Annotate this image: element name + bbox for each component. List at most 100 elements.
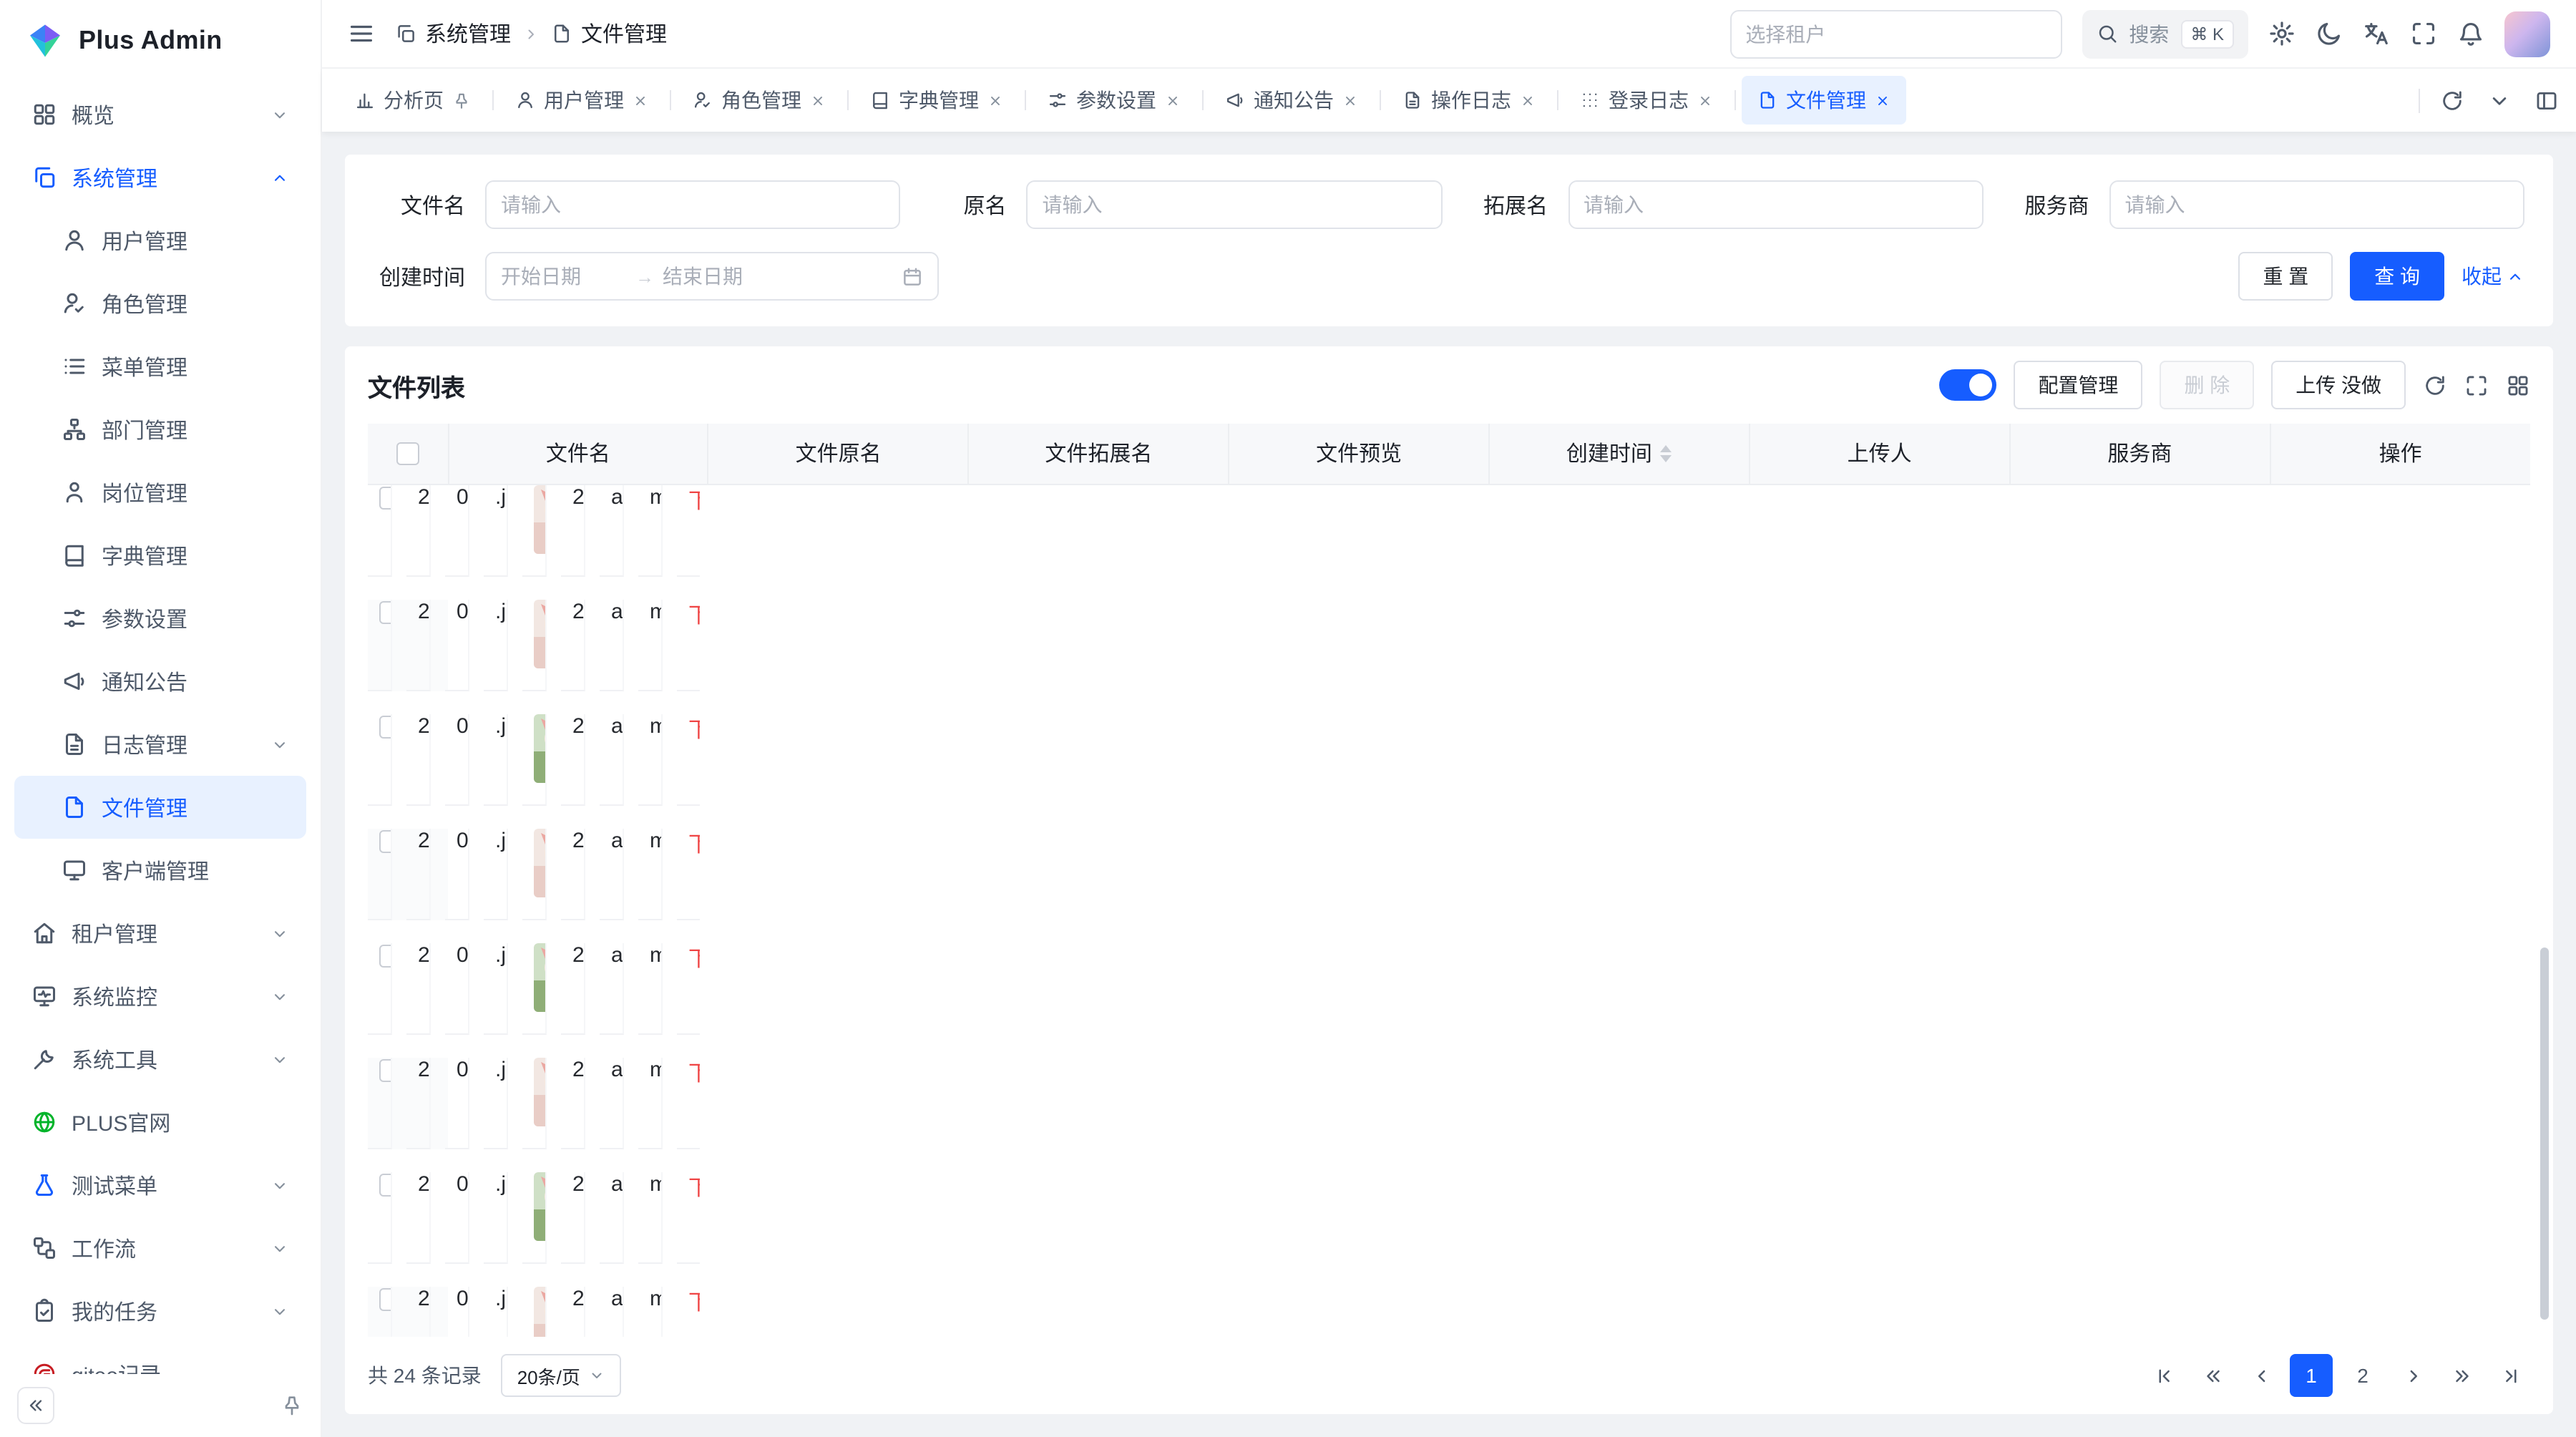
tenant-select-input[interactable] — [1745, 22, 2046, 45]
sidebar-item-gitee-log[interactable]: gitee记录 — [14, 1343, 306, 1374]
prev-page-button[interactable] — [2241, 1355, 2281, 1395]
refresh-page-icon[interactable] — [2440, 88, 2464, 112]
sidebar-item-tenant-mgmt[interactable]: 租户管理 — [14, 902, 306, 965]
pin-sidebar-icon[interactable] — [280, 1394, 303, 1417]
layout-icon[interactable] — [2534, 88, 2559, 112]
tab-param-settings[interactable]: 参数设置 — [1032, 76, 1196, 125]
stripe-toggle[interactable] — [1939, 369, 1996, 401]
last-page-button[interactable] — [2490, 1355, 2530, 1395]
hamburger-menu-icon[interactable] — [348, 20, 375, 47]
close-tab-icon[interactable] — [1697, 92, 1713, 108]
sidebar-item-overview[interactable]: 概览 — [14, 83, 306, 146]
sort-icon[interactable] — [1661, 445, 1672, 462]
download-link[interactable]: 下载 — [688, 947, 700, 971]
sidebar-item-log-mgmt[interactable]: 日志管理 — [14, 713, 306, 776]
row-checkbox[interactable] — [379, 1173, 392, 1196]
filter-input-file-name[interactable] — [501, 193, 885, 216]
row-checkbox[interactable] — [379, 944, 392, 967]
filter-input-provider[interactable] — [2125, 193, 2509, 216]
file-preview-image[interactable] — [534, 713, 547, 782]
row-checkbox[interactable] — [379, 1287, 392, 1310]
file-preview-image[interactable] — [534, 599, 547, 668]
close-tab-icon[interactable] — [987, 92, 1003, 108]
chevron-down-icon[interactable] — [2487, 88, 2512, 112]
filter-input-origin-name[interactable] — [1043, 193, 1427, 216]
column-settings-icon[interactable] — [2506, 373, 2530, 397]
global-search-button[interactable]: 搜索 ⌘ K — [2082, 9, 2248, 58]
translate-icon[interactable] — [2363, 20, 2390, 47]
download-link[interactable]: 下载 — [688, 718, 700, 742]
app-logo[interactable]: Plus Admin — [0, 0, 321, 80]
sidebar-item-dict-mgmt[interactable]: 字典管理 — [14, 524, 306, 587]
download-link[interactable]: 下载 — [688, 603, 700, 628]
sidebar-item-user-mgmt[interactable]: 用户管理 — [14, 209, 306, 272]
filter-input-ext-name[interactable] — [1584, 193, 1968, 216]
collapse-filter-link[interactable]: 收起 — [2462, 262, 2524, 291]
breadcrumb-item[interactable]: 文件管理 — [551, 19, 667, 49]
next-page-button[interactable] — [2393, 1355, 2433, 1395]
reset-button[interactable]: 重 置 — [2238, 252, 2333, 301]
download-link[interactable]: 下载 — [688, 832, 700, 857]
row-checkbox[interactable] — [379, 829, 392, 852]
bell-icon[interactable] — [2457, 20, 2484, 47]
file-preview-image[interactable] — [534, 1286, 547, 1337]
sidebar-item-notice[interactable]: 通知公告 — [14, 650, 306, 713]
sidebar-item-monitoring[interactable]: 系统监控 — [14, 965, 306, 1028]
vertical-scrollbar-thumb[interactable] — [2540, 948, 2549, 1320]
download-link[interactable]: 下载 — [688, 1061, 700, 1086]
file-preview-image[interactable] — [534, 828, 547, 897]
tab-dict-mgmt[interactable]: 字典管理 — [854, 76, 1019, 125]
delete-button[interactable]: 删 除 — [2160, 361, 2254, 409]
upload-button[interactable]: 上传 没做 — [2271, 361, 2406, 409]
sidebar-item-plus-site[interactable]: PLUS官网 — [14, 1091, 306, 1154]
page-button-2[interactable]: 2 — [2341, 1354, 2384, 1397]
sidebar-item-test-menu[interactable]: 测试菜单 — [14, 1154, 306, 1217]
file-preview-image[interactable] — [534, 484, 547, 553]
start-date-input[interactable] — [501, 265, 627, 288]
next-5-pages-button[interactable] — [2441, 1355, 2482, 1395]
file-preview-image[interactable] — [534, 1057, 547, 1126]
row-checkbox[interactable] — [379, 715, 392, 738]
collapse-sidebar-button[interactable] — [17, 1387, 54, 1424]
pin-icon[interactable] — [452, 91, 471, 109]
row-checkbox[interactable] — [379, 600, 392, 623]
tab-op-log[interactable]: 操作日志 — [1387, 76, 1551, 125]
end-date-input[interactable] — [663, 265, 789, 288]
file-preview-image[interactable] — [534, 1171, 547, 1240]
fullscreen-table-icon[interactable] — [2464, 373, 2489, 397]
download-link[interactable]: 下载 — [688, 1176, 700, 1200]
download-link[interactable]: 下载 — [688, 1290, 700, 1315]
config-manage-button[interactable]: 配置管理 — [2014, 361, 2142, 409]
page-button-1[interactable]: 1 — [2290, 1354, 2333, 1397]
sidebar-item-file-mgmt[interactable]: 文件管理 — [14, 776, 306, 839]
tab-notice[interactable]: 通知公告 — [1209, 76, 1374, 125]
sidebar-item-workflow[interactable]: 工作流 — [14, 1217, 306, 1280]
close-tab-icon[interactable] — [1165, 92, 1181, 108]
sidebar-item-dept-mgmt[interactable]: 部门管理 — [14, 398, 306, 461]
download-link[interactable]: 下载 — [688, 489, 700, 513]
sidebar-item-system[interactable]: 系统管理 — [14, 146, 306, 209]
tab-user-mgmt[interactable]: 用户管理 — [499, 76, 664, 125]
close-tab-icon[interactable] — [633, 92, 648, 108]
sidebar-item-tools[interactable]: 系统工具 — [14, 1028, 306, 1091]
gear-icon[interactable] — [2268, 20, 2296, 47]
moon-icon[interactable] — [2316, 20, 2343, 47]
sidebar-item-my-tasks[interactable]: 我的任务 — [14, 1280, 306, 1343]
page-size-select[interactable]: 20条/页 — [502, 1354, 622, 1397]
first-page-button[interactable] — [2144, 1355, 2184, 1395]
close-tab-icon[interactable] — [1875, 92, 1890, 108]
row-checkbox[interactable] — [379, 486, 392, 509]
user-avatar[interactable] — [2504, 11, 2550, 57]
breadcrumb-item[interactable]: 系统管理 — [395, 19, 511, 49]
tab-login-log[interactable]: 登录日志 — [1564, 76, 1729, 125]
sidebar-item-menu-mgmt[interactable]: 菜单管理 — [14, 335, 306, 398]
file-preview-image[interactable] — [534, 942, 547, 1011]
row-checkbox[interactable] — [379, 1058, 392, 1081]
fullscreen-icon[interactable] — [2410, 20, 2437, 47]
column-header[interactable]: 创建时间 — [1489, 424, 1750, 484]
select-all-checkbox[interactable] — [396, 443, 419, 466]
tab-analysis[interactable]: 分析页 — [339, 76, 487, 125]
sidebar-item-client-mgmt[interactable]: 客户端管理 — [14, 839, 306, 902]
sidebar-item-post-mgmt[interactable]: 岗位管理 — [14, 461, 306, 524]
close-tab-icon[interactable] — [810, 92, 826, 108]
